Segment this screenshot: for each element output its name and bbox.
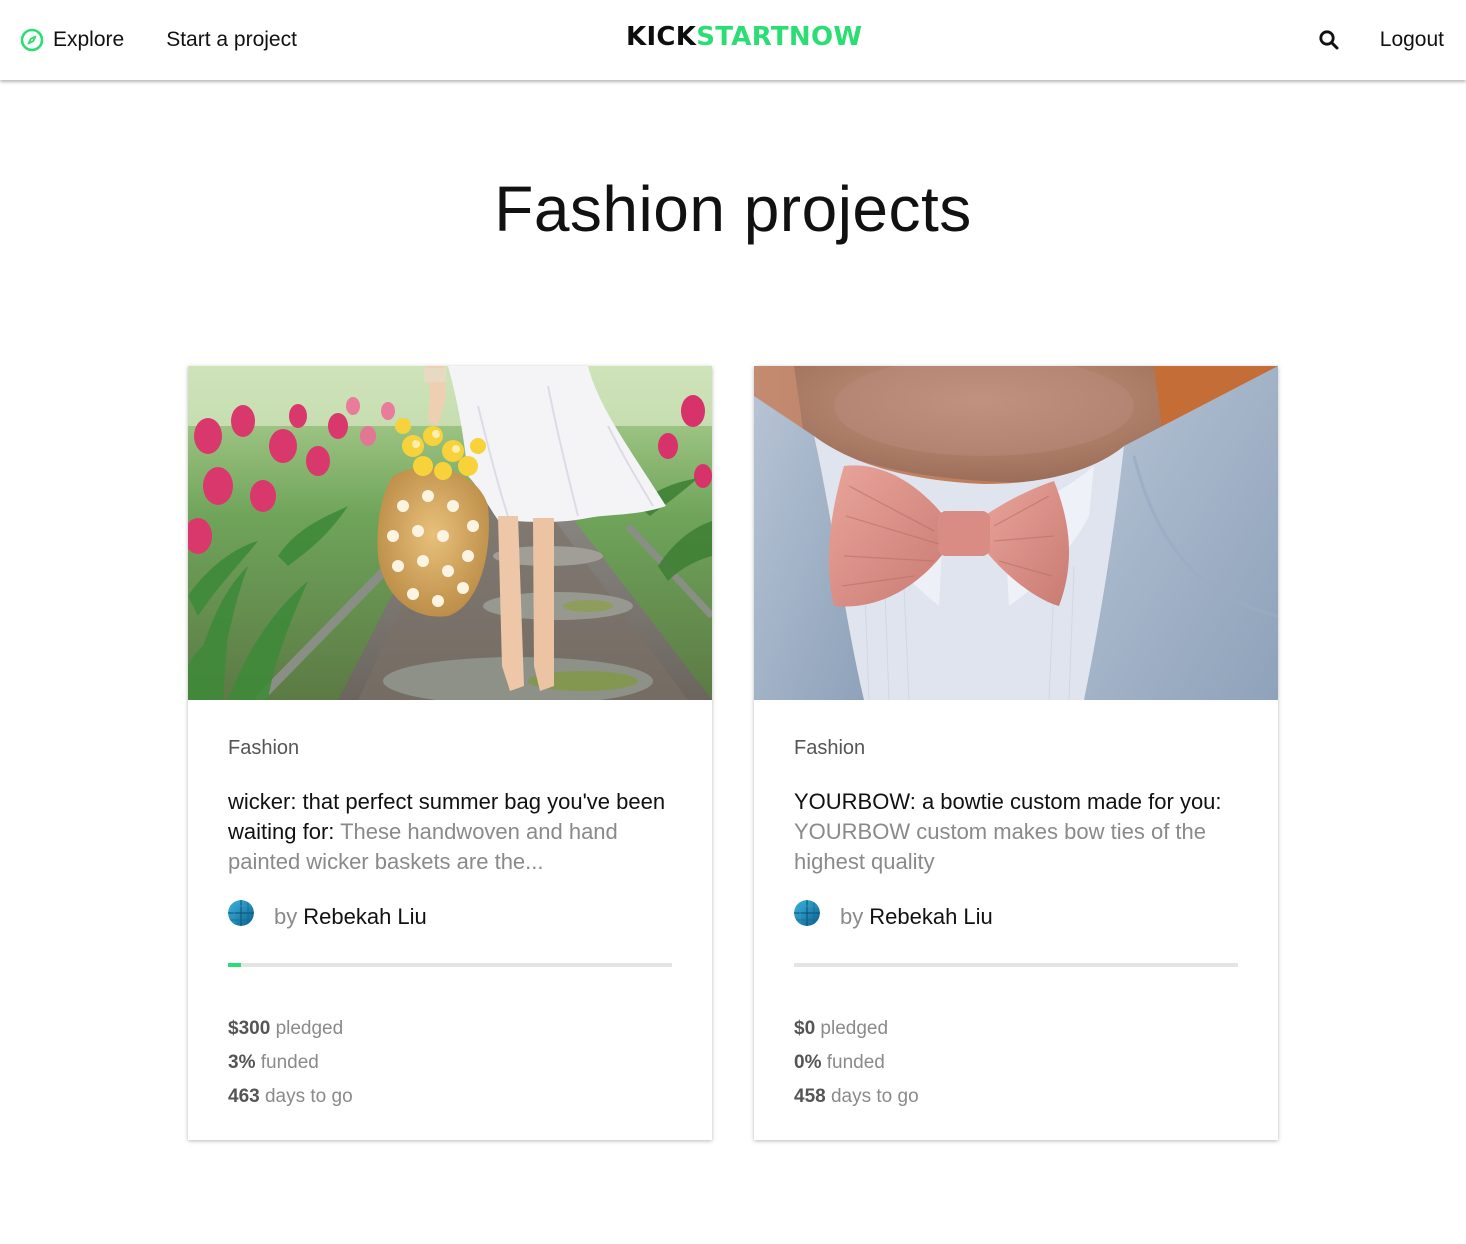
explore-link[interactable]: Explore — [20, 28, 124, 52]
days-stat: 458 days to go — [794, 1080, 919, 1114]
project-description: YOURBOW custom makes bow ties of the hig… — [794, 819, 1207, 874]
pledged-stat: $300 pledged — [228, 1012, 353, 1046]
funded-label: funded — [260, 1052, 319, 1073]
pledged-label: pledged — [275, 1018, 344, 1039]
funding-progress-bar — [794, 963, 1238, 967]
project-creator[interactable]: by Rebekah Liu — [794, 900, 993, 930]
project-stats: $0 pledged 0% funded 458 days to go — [794, 1012, 919, 1114]
search-icon[interactable] — [1318, 29, 1340, 51]
pledged-amount: $0 — [794, 1018, 816, 1039]
days-stat: 463 days to go — [228, 1080, 353, 1114]
days-remaining: 458 — [794, 1086, 826, 1107]
funded-label: funded — [826, 1052, 885, 1073]
funded-percent: 3% — [228, 1052, 256, 1073]
site-logo[interactable]: KICK STARTNOW — [626, 22, 862, 52]
days-remaining: 463 — [228, 1086, 260, 1107]
project-blurb[interactable]: wicker: that perfect summer bag you've b… — [228, 787, 676, 877]
project-stats: $300 pledged 3% funded 463 days to go — [228, 1012, 353, 1114]
project-category[interactable]: Fashion — [228, 737, 299, 760]
page-title: Fashion projects — [494, 173, 972, 245]
logout-link[interactable]: Logout — [1380, 28, 1444, 52]
project-title: YOURBOW: a bowtie custom made for you: — [794, 789, 1222, 814]
start-project-link[interactable]: Start a project — [166, 28, 297, 52]
pledged-stat: $0 pledged — [794, 1012, 919, 1046]
avatar — [228, 900, 254, 926]
avatar — [794, 900, 820, 926]
project-blurb[interactable]: YOURBOW: a bowtie custom made for you: Y… — [794, 787, 1242, 877]
funded-stat: 0% funded — [794, 1046, 919, 1080]
creator-name: Rebekah Liu — [869, 904, 993, 929]
nav-right-group: Logout — [1318, 0, 1444, 80]
project-creator[interactable]: by Rebekah Liu — [228, 900, 427, 930]
logo-text-kick: KICK — [626, 22, 697, 52]
start-project-label: Start a project — [166, 28, 297, 51]
creator-name: Rebekah Liu — [303, 904, 427, 929]
funding-progress-fill — [228, 963, 242, 967]
creator-by-label: by — [274, 904, 298, 929]
project-image-wicker-bag[interactable] — [188, 366, 712, 700]
funded-stat: 3% funded — [228, 1046, 353, 1080]
top-navigation-bar: Explore Start a project KICK STARTNOW Log… — [0, 0, 1466, 80]
logo-text-startnow: STARTNOW — [696, 22, 863, 52]
project-card[interactable]: Fashion YOURBOW: a bowtie custom made fo… — [754, 366, 1278, 1140]
pledged-label: pledged — [820, 1018, 889, 1039]
nav-left-group: Explore Start a project — [20, 0, 297, 80]
project-card[interactable]: Fashion wicker: that perfect summer bag … — [188, 366, 712, 1140]
project-category[interactable]: Fashion — [794, 737, 865, 760]
project-image-bowtie[interactable] — [754, 366, 1278, 700]
funding-progress-bar — [228, 963, 672, 967]
compass-icon — [20, 28, 44, 52]
explore-label: Explore — [53, 28, 125, 51]
creator-by-label: by — [840, 904, 864, 929]
days-label: days to go — [264, 1086, 353, 1107]
days-label: days to go — [830, 1086, 919, 1107]
pledged-amount: $300 — [228, 1018, 271, 1039]
funded-percent: 0% — [794, 1052, 822, 1073]
